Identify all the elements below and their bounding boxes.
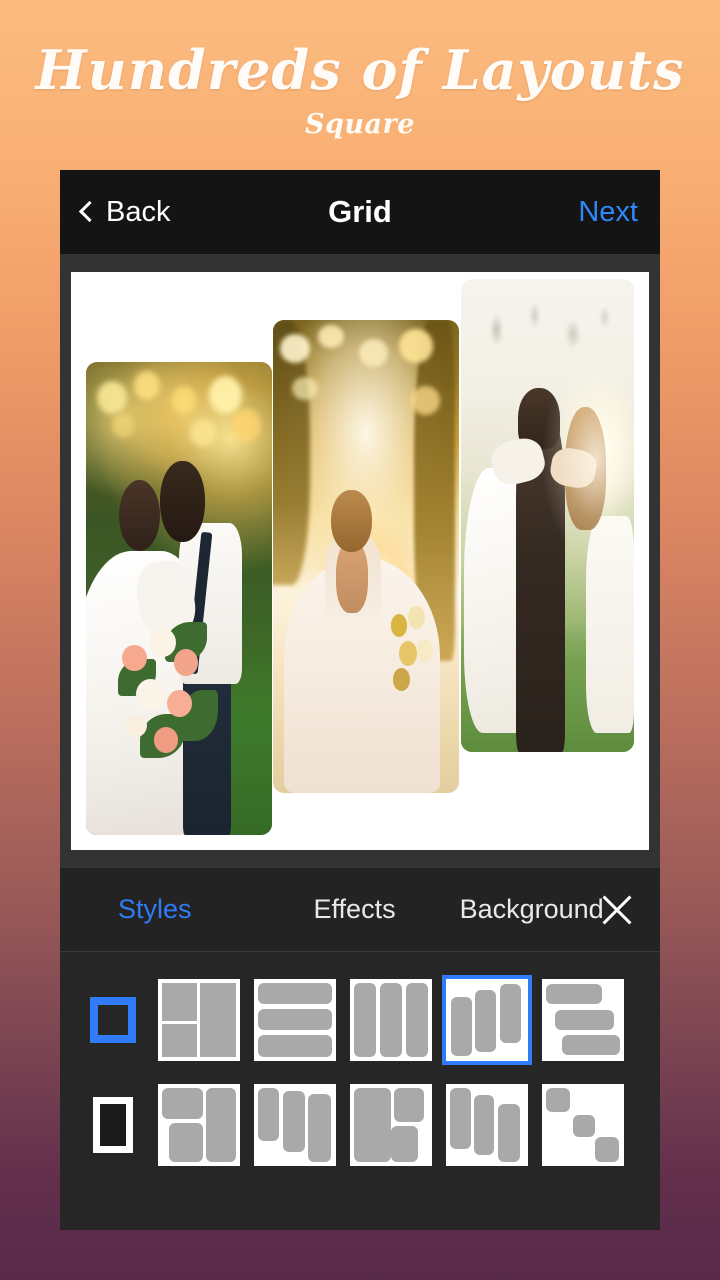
square-outline-icon <box>90 997 136 1043</box>
layout-row-portrait <box>60 1075 660 1175</box>
bokeh-dot <box>410 386 441 415</box>
collage-canvas[interactable] <box>71 272 649 850</box>
flower <box>122 645 147 671</box>
flower <box>173 648 199 677</box>
app-screenshot: Back Grid Next Styles Effects Background <box>60 170 660 1230</box>
square-ratio-button[interactable] <box>82 997 144 1043</box>
layout-left-split-right-tall[interactable] <box>158 979 240 1061</box>
layout-row-square <box>60 970 660 1070</box>
flower <box>135 679 165 711</box>
photo-1-groom-head <box>160 461 206 542</box>
collage-photo-3[interactable] <box>461 279 634 752</box>
bokeh-dot <box>208 376 243 415</box>
bokeh-dot <box>231 409 261 443</box>
layout-three-diagonal-squares[interactable] <box>542 1084 624 1166</box>
next-button[interactable]: Next <box>578 196 638 229</box>
back-button[interactable]: Back <box>78 195 171 229</box>
bokeh-dot <box>171 385 196 415</box>
layout-three-columns[interactable] <box>350 979 432 1061</box>
layout-three-staggered-rows[interactable] <box>542 979 624 1061</box>
bokeh-dot <box>97 380 127 415</box>
canvas-area <box>60 254 660 868</box>
navigation-bar: Back Grid Next <box>60 170 660 254</box>
bokeh-dot <box>112 414 135 438</box>
bokeh-dot <box>317 324 344 349</box>
tab-bar: Styles Effects Background <box>60 868 660 952</box>
tab-styles[interactable]: Styles <box>112 894 198 925</box>
photo-1-bouquet <box>116 608 228 778</box>
layout-top-left-large-right-tall[interactable] <box>158 1084 240 1166</box>
flower <box>124 713 147 738</box>
photo-3-sun-haze <box>461 279 634 752</box>
layout-left-tall-right-two[interactable] <box>350 1084 432 1166</box>
bokeh-dot <box>280 334 311 363</box>
flower <box>153 727 179 753</box>
collage-photo-1[interactable] <box>86 362 272 835</box>
promo-header: Hundreds of Layouts Square <box>0 0 720 140</box>
bokeh-dot <box>291 376 318 401</box>
chevron-left-icon <box>78 200 101 223</box>
bokeh-dot <box>399 329 433 363</box>
promo-title: Hundreds of Layouts <box>35 38 685 102</box>
close-icon[interactable] <box>610 891 624 929</box>
promo-subtitle: Square <box>305 108 415 140</box>
photo-2-open-back <box>336 542 368 614</box>
photo-2-bouquet <box>388 604 444 708</box>
layout-three-descending-columns[interactable] <box>254 1084 336 1166</box>
tab-effects[interactable]: Effects <box>308 894 402 925</box>
photo-2-hair <box>330 490 372 552</box>
back-button-label: Back <box>106 195 171 228</box>
collage-photo-2[interactable] <box>273 320 459 793</box>
layout-picker <box>60 952 660 1230</box>
layout-three-rows[interactable] <box>254 979 336 1061</box>
portrait-ratio-button[interactable] <box>82 1097 144 1153</box>
layout-three-cascading-columns[interactable] <box>446 1084 528 1166</box>
tab-background[interactable]: Background <box>454 894 610 925</box>
flower <box>167 689 192 717</box>
layout-three-staggered-columns[interactable] <box>442 975 532 1065</box>
portrait-outline-icon <box>93 1097 133 1153</box>
